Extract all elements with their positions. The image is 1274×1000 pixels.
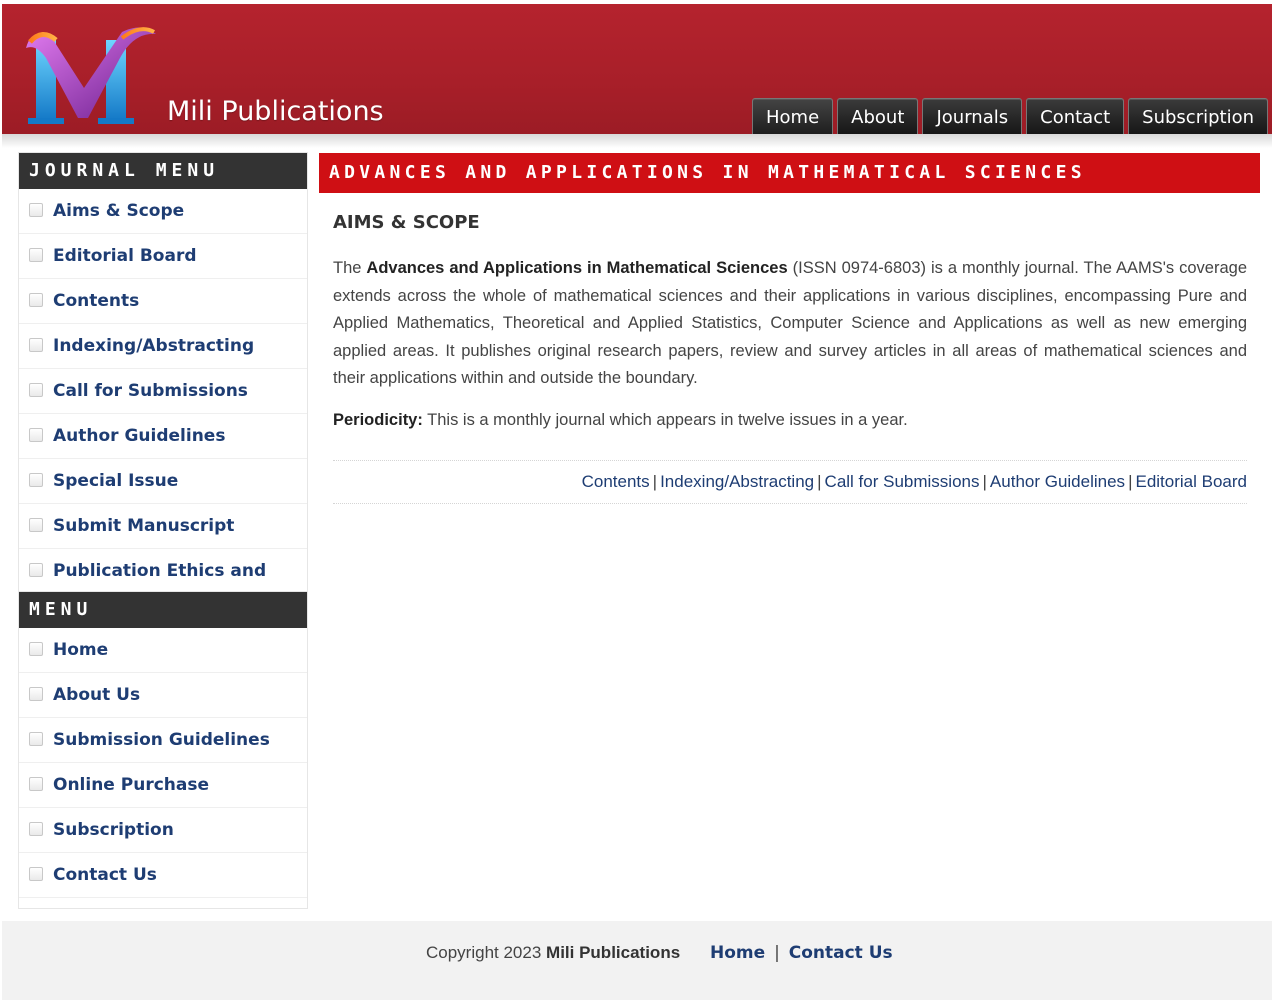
bullet-box-icon: [29, 563, 43, 577]
menu-item-home[interactable]: Home: [19, 628, 307, 673]
section-heading: AIMS & SCOPE: [333, 212, 480, 233]
nav-tab-subscription[interactable]: Subscription: [1128, 98, 1268, 136]
site-header: Mili Publications Home About Us Journals…: [2, 4, 1272, 166]
link-separator: |: [652, 471, 658, 491]
link-editorial-board[interactable]: Editorial Board: [1135, 472, 1247, 491]
site-footer: Copyright 2023 Mili Publications Home | …: [2, 921, 1272, 1000]
site-menu-title: MENU: [19, 592, 307, 628]
link-call-for-submissions[interactable]: Call for Submissions: [825, 472, 980, 491]
bullet-box-icon: [29, 338, 43, 352]
menu-item-online-purchase[interactable]: Online Purchase: [19, 763, 307, 808]
periodicity-label: Periodicity:: [333, 410, 423, 429]
bullet-box-icon: [29, 383, 43, 397]
link-author-guidelines[interactable]: Author Guidelines: [990, 472, 1125, 491]
journal-menu-item-author-guidelines[interactable]: Author Guidelines: [19, 414, 307, 459]
footer-link-contact-us[interactable]: Contact Us: [789, 943, 893, 963]
bullet-box-icon: [29, 428, 43, 442]
main-content: AIMS & SCOPE The Advances and Applicatio…: [333, 212, 1247, 504]
bullet-box-icon: [29, 687, 43, 701]
journal-menu-item-contents[interactable]: Contents: [19, 279, 307, 324]
header-divider: [2, 134, 1272, 148]
menu-item-submission-guidelines[interactable]: Submission Guidelines: [19, 718, 307, 763]
copyright-text: Copyright 2023: [426, 943, 547, 962]
journal-menu-item-indexing[interactable]: Indexing/Abstracting: [19, 324, 307, 369]
journal-menu-item-editorial-board[interactable]: Editorial Board: [19, 234, 307, 279]
bullet-box-icon: [29, 248, 43, 262]
bullet-box-icon: [29, 822, 43, 836]
bullet-box-icon: [29, 518, 43, 532]
bullet-box-icon: [29, 642, 43, 656]
bullet-box-icon: [29, 203, 43, 217]
journal-title-bar: ADVANCES AND APPLICATIONS IN MATHEMATICA…: [319, 153, 1260, 193]
menu-item-contact-us[interactable]: Contact Us: [19, 853, 307, 898]
menu-item-about-us[interactable]: About Us: [19, 673, 307, 718]
journal-menu-item-call-for-submissions[interactable]: Call for Submissions: [19, 369, 307, 414]
journal-menu-title: JOURNAL MENU: [19, 153, 307, 189]
bullet-box-icon: [29, 293, 43, 307]
nav-tab-contact[interactable]: Contact: [1026, 98, 1125, 136]
nav-tab-home[interactable]: Home: [752, 98, 834, 136]
journal-menu-item-submit-manuscript[interactable]: Submit Manuscript: [19, 504, 307, 549]
footer-links: Home | Contact Us: [710, 943, 893, 963]
desc-text-start: The: [333, 259, 367, 277]
quick-links: Contents | Indexing/Abstracting | Call for S…: [333, 459, 1247, 504]
journal-name-bold: Advances and Applications in Mathematica…: [366, 259, 788, 277]
site-name: Mili Publications: [167, 96, 384, 127]
link-separator: |: [1128, 471, 1133, 491]
bullet-box-icon: [29, 777, 43, 791]
footer-separator: |: [774, 943, 780, 963]
scope-description: The Advances and Applications in Mathema…: [333, 255, 1247, 393]
top-nav: Home About Us Journals Contact Subscript…: [752, 98, 1272, 166]
menu-item-subscription[interactable]: Subscription: [19, 808, 307, 853]
bullet-box-icon: [29, 867, 43, 881]
footer-link-home[interactable]: Home: [710, 943, 765, 963]
link-indexing[interactable]: Indexing/Abstracting: [660, 472, 814, 491]
journal-menu-item-aims-scope[interactable]: Aims & Scope: [19, 189, 307, 234]
copyright-name: Mili Publications: [546, 943, 681, 962]
periodicity-text: This is a monthly journal which appears …: [422, 410, 908, 429]
bullet-box-icon: [29, 732, 43, 746]
periodicity-line: Periodicity: This is a monthly journal w…: [333, 407, 1247, 434]
bullet-box-icon: [29, 473, 43, 487]
site-menu: MENU Home About Us Submission Guidelines…: [18, 591, 308, 909]
nav-tab-journals[interactable]: Journals: [922, 98, 1023, 136]
link-separator: |: [982, 471, 987, 491]
mili-logo[interactable]: [22, 18, 162, 128]
nav-tab-about-us[interactable]: About Us: [837, 98, 919, 166]
journal-menu-item-special-issue[interactable]: Special Issue: [19, 459, 307, 504]
desc-text-body: (ISSN 0974-6803) is a monthly journal. T…: [333, 259, 1247, 387]
link-contents[interactable]: Contents: [582, 472, 650, 491]
link-separator: |: [817, 471, 822, 491]
journal-menu: JOURNAL MENU Aims & Scope Editorial Boar…: [18, 152, 308, 633]
copyright: Copyright 2023 Mili Publications: [426, 943, 680, 963]
